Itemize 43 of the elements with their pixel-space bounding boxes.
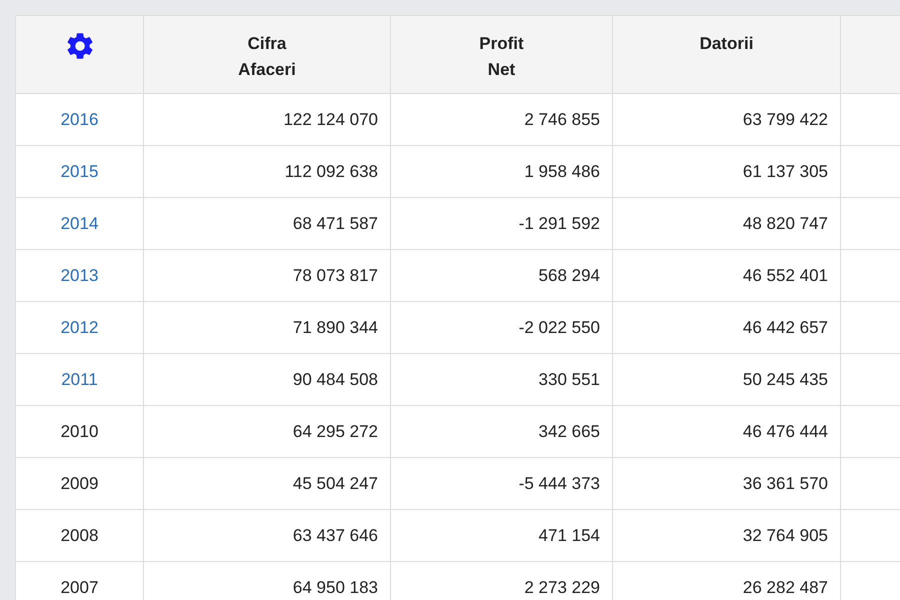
- year-link[interactable]: 2011: [61, 370, 98, 389]
- table-cell: 46 552 401: [742, 266, 828, 285]
- table-cell: 45 504 247: [292, 474, 378, 493]
- table-cell: 63 799 422: [742, 110, 828, 129]
- table-cell: 26 282 487: [742, 578, 828, 597]
- year-link[interactable]: 2015: [60, 162, 98, 181]
- table-cell: 78 073 817: [292, 266, 378, 285]
- table-cell: 46 476 444: [742, 422, 828, 441]
- table-cell: 46 442 657: [742, 318, 828, 337]
- table-cell: -1 291 592: [518, 214, 600, 233]
- table-cell: 122 124 070: [283, 110, 378, 129]
- table-cell: 64 295 272: [292, 422, 378, 441]
- year-cell: 2008: [60, 526, 98, 545]
- table-cell: 342 665: [538, 422, 600, 441]
- year-link[interactable]: 2014: [60, 214, 98, 233]
- table-cell: 68 471 587: [292, 214, 378, 233]
- table-cell: 48 820 747: [742, 214, 828, 233]
- table-cell: 112 092 638: [284, 162, 378, 181]
- table-cell: 2 273 229: [524, 578, 600, 597]
- year-cell: 2009: [60, 474, 98, 493]
- table-cell: 64 950 183: [292, 578, 378, 597]
- column-header: Datorii: [700, 34, 754, 53]
- table-cell: 2 746 855: [524, 110, 600, 129]
- year-link[interactable]: 2013: [60, 266, 98, 285]
- year-cell: 2007: [60, 578, 98, 597]
- table-cell: 471 154: [538, 526, 600, 545]
- column-header: Cifra Afaceri: [238, 34, 296, 79]
- table-cell: 32 764 905: [742, 526, 828, 545]
- year-link[interactable]: 2016: [60, 110, 98, 129]
- year-link[interactable]: 2012: [60, 318, 98, 337]
- table-cell: -2 022 550: [518, 318, 600, 337]
- table-cell: 63 437 646: [292, 526, 378, 545]
- year-cell: 2010: [60, 422, 98, 441]
- table-cell: -5 444 373: [518, 474, 600, 493]
- table-cell: 50 245 435: [742, 370, 828, 389]
- table-cell: 568 294: [538, 266, 600, 285]
- table-cell: 36 361 570: [742, 474, 828, 493]
- table-cell: 61 137 305: [742, 162, 828, 181]
- table-cell: 90 484 508: [292, 370, 378, 389]
- table-cell: 71 890 344: [292, 318, 378, 337]
- table-cell: 1 958 486: [524, 162, 600, 181]
- column-header: Profit Net: [479, 34, 524, 79]
- table-cell: 330 551: [538, 370, 600, 389]
